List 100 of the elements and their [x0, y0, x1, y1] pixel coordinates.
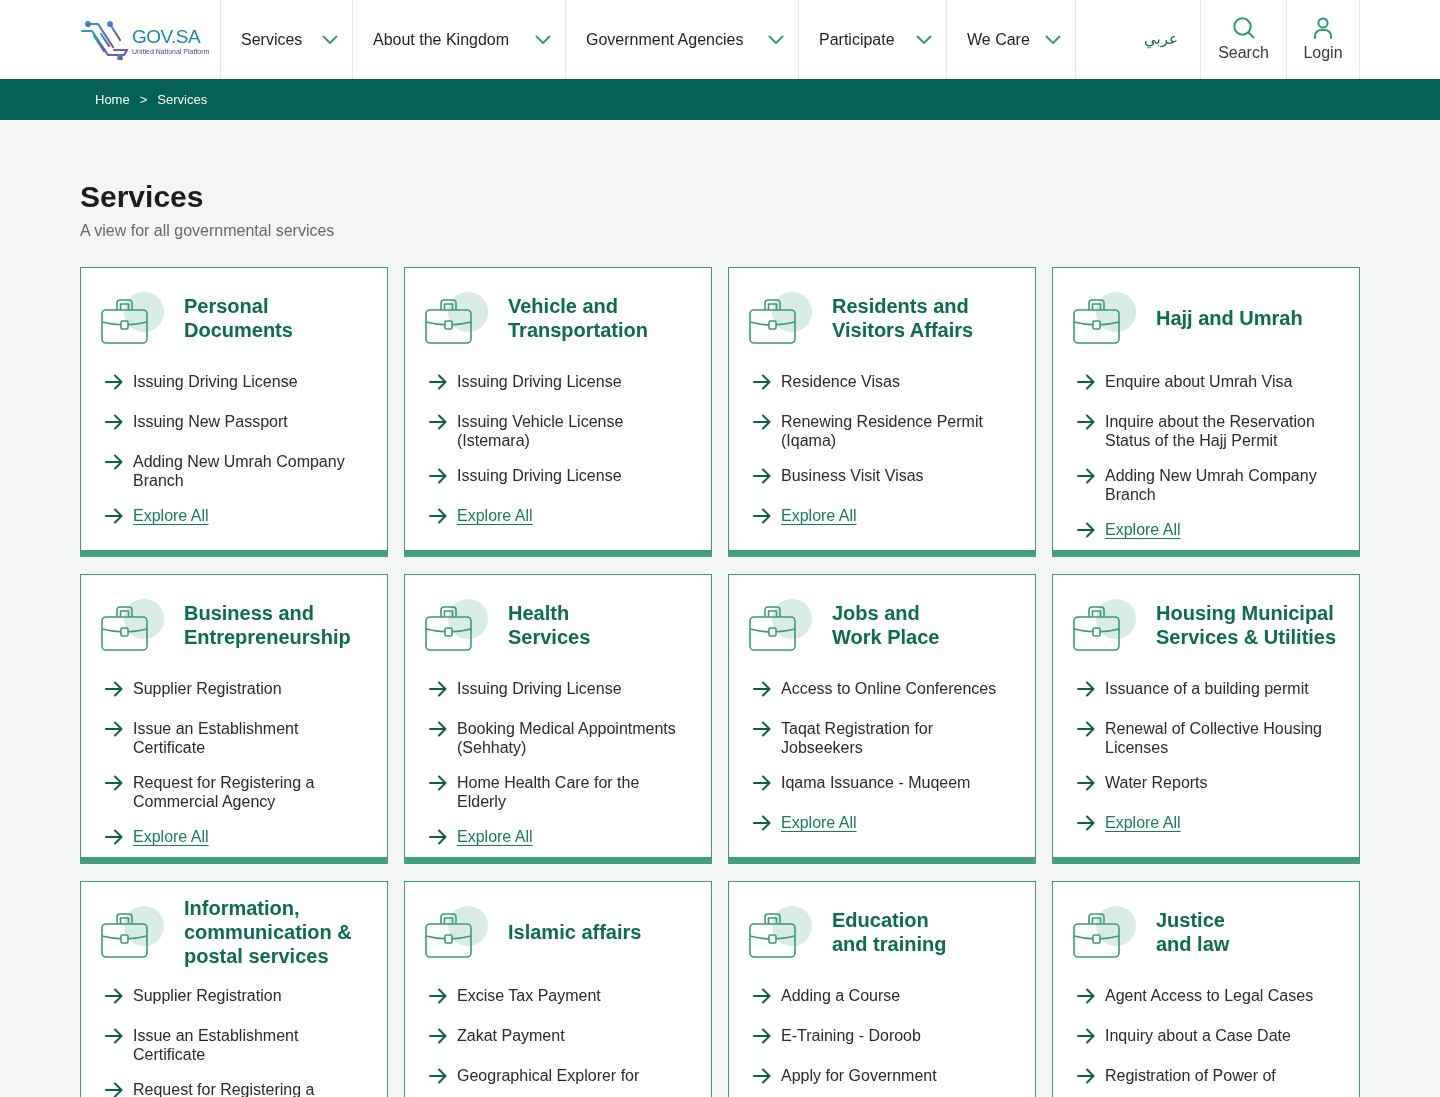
service-link[interactable]: Issuing New Passport: [101, 412, 288, 436]
arrow-right-icon: [105, 507, 123, 525]
user-icon: [1313, 16, 1333, 39]
category-title: Islamic affairs: [508, 920, 642, 944]
arrow-right-icon: [753, 680, 771, 698]
breadcrumb-link[interactable]: Home: [95, 89, 130, 110]
briefcase-icon: [749, 906, 812, 958]
service-link[interactable]: Apply for Government: [749, 1066, 937, 1090]
service-link[interactable]: Residence Visas: [749, 372, 900, 396]
service-link[interactable]: Home Health Care for the Elderly: [425, 773, 640, 811]
service-link[interactable]: Issuing Driving License: [425, 372, 622, 396]
chevron-down-icon: [535, 34, 551, 45]
arrow-right-icon: [753, 814, 771, 832]
explore-all-link[interactable]: Explore All: [425, 506, 533, 530]
arrow-right-icon: [105, 774, 123, 792]
service-link[interactable]: Renewing Residence Permit (Iqama): [749, 412, 983, 450]
arrow-right-icon: [429, 828, 447, 846]
breadcrumb-current: Services: [157, 90, 208, 109]
service-link[interactable]: Renewal of Collective Housing Licenses: [1073, 719, 1322, 757]
service-link[interactable]: Access to Online Conferences: [749, 679, 997, 703]
arrow-right-icon: [429, 720, 447, 738]
arrow-right-icon: [753, 774, 771, 792]
explore-all-link[interactable]: Explore All: [749, 813, 857, 837]
category-title: Justice and law: [1156, 908, 1230, 956]
category-title: Housing Municipal Services & Utilities: [1156, 601, 1337, 649]
service-link[interactable]: Request for Registering a Commercial Agency: [101, 773, 315, 811]
category-title: Residents and Visitors Affairs: [832, 294, 974, 342]
briefcase-icon: [101, 292, 164, 344]
service-link[interactable]: Issuing Driving License: [425, 679, 622, 703]
arrow-right-icon: [429, 373, 447, 391]
briefcase-icon: [425, 906, 488, 958]
service-link[interactable]: Adding New Umrah Company Branch: [1073, 466, 1317, 504]
service-link[interactable]: Adding a Course: [749, 986, 901, 1010]
arrow-right-icon: [429, 507, 447, 525]
briefcase-icon: [101, 599, 164, 651]
arrow-right-icon: [1077, 814, 1095, 832]
arrow-right-icon: [753, 507, 771, 525]
arrow-right-icon: [753, 413, 771, 431]
arrow-right-icon: [429, 467, 447, 485]
service-link[interactable]: Excise Tax Payment: [425, 986, 601, 1010]
service-link[interactable]: Issuing Driving License: [101, 372, 298, 396]
service-link[interactable]: Geographical Explorer for: [425, 1066, 640, 1090]
arrow-right-icon: [753, 720, 771, 738]
arrow-right-icon: [429, 680, 447, 698]
arrow-right-icon: [105, 720, 123, 738]
arrow-right-icon: [105, 987, 123, 1005]
category-title: Health Services: [508, 601, 591, 649]
service-link[interactable]: E-Training - Doroob: [749, 1026, 921, 1050]
explore-all-link[interactable]: Explore All: [101, 506, 209, 530]
service-link[interactable]: Agent Access to Legal Cases: [1073, 986, 1314, 1010]
service-link[interactable]: Zakat Payment: [425, 1026, 565, 1050]
page-subtitle: A view for all governmental services: [80, 221, 335, 241]
service-link[interactable]: Issuance of a building permit: [1073, 679, 1309, 703]
explore-all-link[interactable]: Explore All: [425, 827, 533, 851]
arrow-right-icon: [753, 373, 771, 391]
arrow-right-icon: [429, 1067, 447, 1085]
briefcase-icon: [425, 599, 488, 651]
service-link[interactable]: Iqama Issuance - Muqeem: [749, 773, 971, 797]
service-link[interactable]: Issuing Driving License: [425, 466, 622, 490]
explore-all-link[interactable]: Explore All: [101, 827, 209, 851]
explore-all-link[interactable]: Explore All: [1073, 520, 1181, 544]
service-link[interactable]: Enquire about Umrah Visa: [1073, 372, 1293, 396]
service-link[interactable]: Supplier Registration: [101, 679, 282, 703]
arrow-right-icon: [1077, 467, 1095, 485]
arrow-right-icon: [429, 413, 447, 431]
explore-all-link[interactable]: Explore All: [749, 506, 857, 530]
arrow-right-icon: [1077, 720, 1095, 738]
chevron-down-icon: [916, 34, 932, 45]
service-link[interactable]: Inquire about the Reservation Status of the Hajj Permit: [1073, 412, 1315, 450]
service-link[interactable]: Issue an Establishment Certificate: [101, 1026, 299, 1064]
service-link[interactable]: Issuing Vehicle License (Istemara): [425, 412, 624, 450]
arrow-right-icon: [105, 1081, 123, 1097]
service-link[interactable]: Taqat Registration for Jobseekers: [749, 719, 934, 757]
arrow-right-icon: [429, 987, 447, 1005]
service-link[interactable]: Business Visit Visas: [749, 466, 924, 490]
search-icon: [1232, 16, 1255, 39]
service-link[interactable]: Inquiry about a Case Date: [1073, 1026, 1291, 1050]
service-link[interactable]: Issue an Establishment Certificate: [101, 719, 299, 757]
logo-emblem-icon: [80, 19, 128, 60]
service-link[interactable]: Water Reports: [1073, 773, 1208, 797]
service-link[interactable]: Booking Medical Appointments (Sehhaty): [425, 719, 676, 757]
arrow-right-icon: [1077, 774, 1095, 792]
category-title: Personal Documents: [184, 294, 293, 342]
category-title: Jobs and Work Place: [832, 601, 940, 649]
arrow-right-icon: [753, 1067, 771, 1085]
language-link[interactable]: عربي: [1144, 28, 1178, 51]
arrow-right-icon: [1077, 413, 1095, 431]
arrow-right-icon: [1077, 1067, 1095, 1085]
service-link[interactable]: Registration of Power of: [1073, 1066, 1276, 1090]
explore-all-link[interactable]: Explore All: [1073, 813, 1181, 837]
logo-wordmark: GOV.SA: [132, 27, 202, 47]
arrow-right-icon: [429, 1027, 447, 1045]
chevron-down-icon: [1045, 34, 1061, 45]
chevron-down-icon: [322, 34, 338, 45]
briefcase-icon: [425, 292, 488, 344]
service-link[interactable]: Supplier Registration: [101, 986, 282, 1010]
arrow-right-icon: [429, 774, 447, 792]
service-link[interactable]: Adding New Umrah Company Branch: [101, 452, 345, 490]
arrow-right-icon: [105, 1027, 123, 1045]
arrow-right-icon: [1077, 373, 1095, 391]
